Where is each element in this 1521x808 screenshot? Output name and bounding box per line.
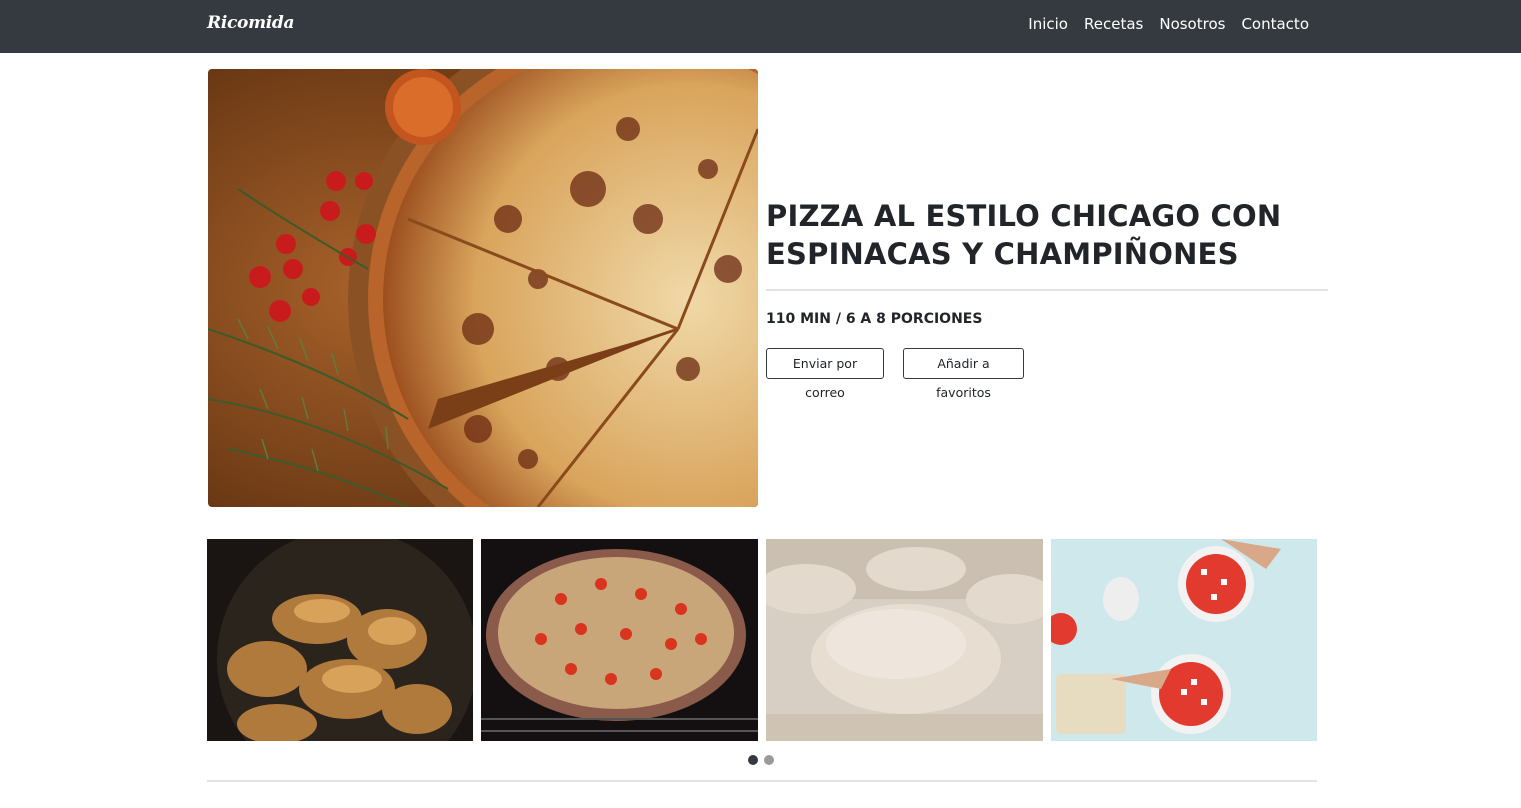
nav-item-nosotros[interactable]: Nosotros [1159,15,1225,33]
recipe-hero-image [208,69,758,507]
nav-item-contacto[interactable]: Contacto [1241,15,1309,33]
carousel-image-pizza-oven[interactable] [481,539,758,741]
nav-item-recetas[interactable]: Recetas [1084,15,1143,33]
carousel-image-dough[interactable] [766,539,1043,741]
carousel-indicators [748,755,774,765]
carousel-dot[interactable] [764,755,774,765]
brand-logo[interactable]: Ricomida [207,13,295,33]
navbar: Ricomida Inicio Recetas Nosotros Contact… [0,0,1521,53]
email-recipe-button[interactable]: Enviar por correo [766,348,884,400]
carousel-image-mushrooms[interactable] [207,539,473,741]
main-nav: Inicio Recetas Nosotros Contacto [1028,15,1309,33]
recipe-title: PIZZA AL ESTILO CHICAGO CON ESPINACAS Y … [766,199,1282,271]
carousel-dot[interactable] [748,755,758,765]
add-to-favorites-button[interactable]: Añadir a favoritos [903,348,1024,400]
title-divider [766,289,1328,291]
nav-item-inicio[interactable]: Inicio [1028,15,1068,33]
section-divider [207,780,1317,782]
carousel-image-pizza-prep[interactable] [1051,539,1317,741]
recipe-meta: 110 MIN / 6 A 8 PORCIONES [766,311,983,327]
